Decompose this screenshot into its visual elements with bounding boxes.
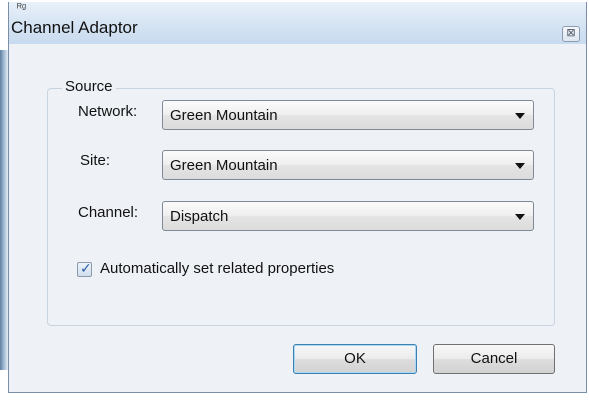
- ok-button[interactable]: OK: [293, 344, 417, 374]
- chevron-down-icon: [515, 163, 525, 169]
- source-group-title: Source: [62, 78, 116, 95]
- title-bar[interactable]: ᴿᵍ Channel Adaptor ⊠: [9, 2, 586, 44]
- screenshot-stage: ᴿᵍ Channel Adaptor ⊠ Source Network: Gre…: [0, 0, 589, 401]
- chevron-down-icon: [515, 214, 525, 220]
- channel-dropdown-value: Dispatch: [170, 208, 229, 225]
- site-dropdown[interactable]: Green Mountain: [162, 150, 534, 180]
- site-dropdown-value: Green Mountain: [170, 157, 278, 174]
- dialog-title: Channel Adaptor: [11, 18, 138, 37]
- auto-set-checkbox[interactable]: ✓: [77, 260, 92, 277]
- close-icon: ⊠: [566, 27, 576, 39]
- chevron-down-icon: [515, 113, 525, 119]
- titlebar-artifact: ᴿᵍ: [17, 2, 27, 14]
- network-dropdown-value: Green Mountain: [170, 107, 278, 124]
- channel-dropdown[interactable]: Dispatch: [162, 201, 534, 231]
- network-dropdown[interactable]: Green Mountain: [162, 100, 534, 130]
- background-window-edge: [0, 50, 8, 370]
- channel-label: Channel:: [78, 204, 139, 221]
- auto-set-label[interactable]: Automatically set related properties: [100, 260, 334, 277]
- cancel-button[interactable]: Cancel: [433, 344, 555, 374]
- network-label: Network:: [78, 103, 138, 120]
- check-icon: ✓: [80, 260, 92, 276]
- close-button[interactable]: ⊠: [562, 26, 580, 42]
- site-label: Site:: [80, 152, 111, 169]
